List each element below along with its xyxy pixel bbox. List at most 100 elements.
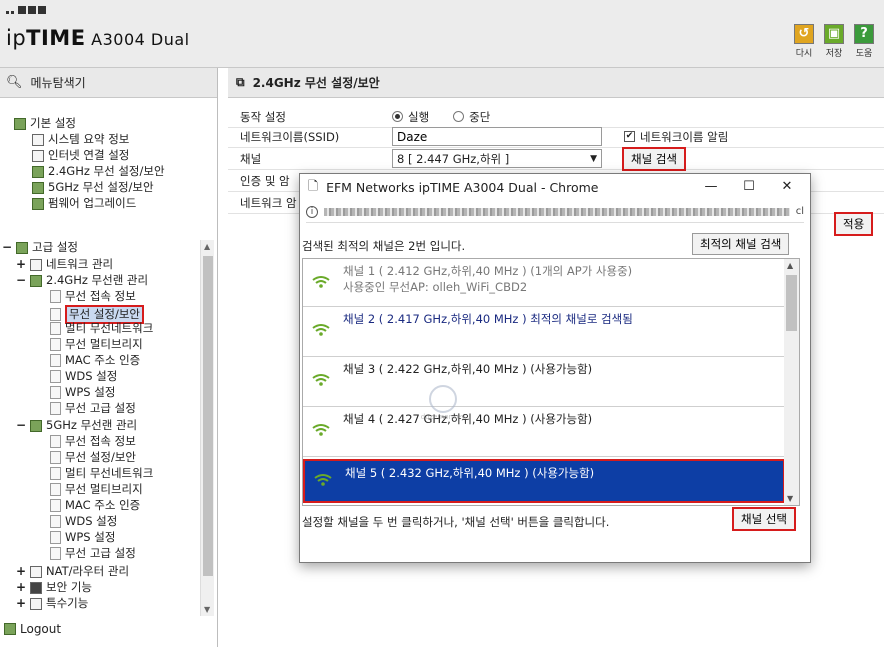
radio-off[interactable]: 중단 [453, 109, 490, 125]
channel-search-button[interactable]: 채널 검색 [622, 146, 686, 171]
channel-item[interactable]: 채널 3 ( 2.422 GHz,하위,40 MHz ) (사용가능함) [303, 357, 785, 407]
expand-icon[interactable]: + [16, 257, 26, 272]
logout-link[interactable]: Logout [4, 622, 61, 636]
tree-advanced-settings[interactable]: − 고급 설정 [2, 240, 78, 255]
tree-wlan24-item[interactable]: 무선 멀티브리지 [50, 337, 143, 352]
tree-label: WDS 설정 [65, 514, 118, 528]
tree-wlan24-item[interactable]: 무선 고급 설정 [50, 401, 136, 416]
ssid-notify-checkbox[interactable]: ✔ 네트워크이름 알림 [624, 129, 728, 145]
tree-nat-mgmt[interactable]: + NAT/라우터 관리 [16, 564, 129, 579]
tree-item-internet[interactable]: 인터넷 연결 설정 [32, 148, 129, 163]
tree-label: 무선 접속 정보 [65, 434, 136, 448]
tree-wlan5-item[interactable]: MAC 주소 인증 [50, 498, 140, 513]
scroll-down-icon[interactable]: ▼ [204, 605, 210, 614]
tree-network-mgmt[interactable]: + 네트워크 관리 [16, 257, 113, 272]
chart-icon [32, 133, 44, 146]
popup-title: EFM Networks ipTIME A3004 Dual - Chrome [326, 180, 599, 195]
apply-button[interactable]: 적용 [834, 212, 874, 236]
tree-label: 무선 접속 정보 [65, 289, 136, 303]
collapse-icon[interactable]: − [2, 240, 12, 255]
channel-select-button[interactable]: 채널 선택 [732, 507, 796, 531]
save-button[interactable]: ▣ 저장 [822, 24, 846, 59]
save-icon: ▣ [824, 24, 844, 44]
scroll-up-icon[interactable]: ▲ [787, 261, 793, 270]
undo-button[interactable]: ↺ 다시 [792, 24, 816, 59]
tree-wlan5-item[interactable]: 무선 멀티브리지 [50, 482, 143, 497]
page-title-bar: ⧉ 2.4GHz 무선 설정/보안 [228, 68, 884, 98]
wifi-icon [312, 324, 330, 336]
channel-select[interactable]: 8 [ 2.447 GHz,하위 ] ▼ [392, 149, 602, 168]
menu-scrollbar[interactable]: ▲ ▼ [200, 240, 214, 616]
tree-wlan5-mgmt[interactable]: − 5GHz 무선랜 관리 [16, 418, 137, 433]
tree-special[interactable]: + 특수기능 [16, 596, 88, 611]
page-icon [50, 451, 61, 464]
tree-label: 5GHz 무선 설정/보안 [48, 180, 154, 194]
tree-wlan5-item[interactable]: WPS 설정 [50, 530, 115, 545]
scroll-down-icon[interactable]: ▼ [787, 494, 793, 503]
brand-dots-icon [6, 6, 46, 14]
tree-label: MAC 주소 인증 [65, 353, 141, 367]
scroll-up-icon[interactable]: ▲ [204, 242, 210, 251]
channel-item-selected[interactable]: 채널 5 ( 2.432 GHz,하위,40 MHz ) (사용가능함) [303, 459, 785, 503]
expand-icon[interactable]: + [16, 596, 26, 611]
expand-icon[interactable]: + [16, 580, 26, 595]
close-icon[interactable]: ✕ [768, 176, 806, 198]
tree-wlan24-item[interactable]: WPS 설정 [50, 385, 115, 400]
header-buttons: ↺ 다시 ▣ 저장 ? 도움 [792, 24, 876, 59]
tree-item-system-summary[interactable]: 시스템 요약 정보 [32, 132, 129, 147]
collapse-icon[interactable]: − [16, 418, 26, 433]
brand-ip: ip [6, 26, 27, 50]
menu-explorer-title: 🔍︎ 메뉴탐색기 [0, 68, 217, 98]
page-icon [50, 308, 61, 321]
tree-wlan5-item[interactable]: WDS 설정 [50, 514, 117, 529]
tree-wlan24-mgmt[interactable]: − 2.4GHz 무선랜 관리 [16, 273, 148, 288]
watermark-logo: dozemonkey [420, 385, 466, 421]
tree-item-5ghz[interactable]: 5GHz 무선 설정/보안 [32, 180, 154, 195]
tree-label: 2.4GHz 무선랜 관리 [46, 273, 149, 287]
tree-item-24ghz[interactable]: 2.4GHz 무선 설정/보안 [32, 164, 165, 179]
tree-label: 무선 멀티브리지 [65, 337, 143, 351]
ssid-notify-label: 네트워크이름 알림 [640, 129, 729, 144]
channel-item[interactable]: 채널 4 ( 2.427 GHz,하위,40 MHz ) (사용가능함) [303, 407, 785, 457]
collapse-icon[interactable]: − [16, 273, 26, 288]
search-summary: 검색된 최적의 채널은 2번 입니다. [302, 239, 466, 253]
window-icon: ⧉ [236, 75, 245, 89]
channel-list-scrollbar[interactable]: ▲ ▼ [784, 259, 799, 505]
info-icon[interactable]: i [306, 205, 318, 218]
help-button[interactable]: ? 도움 [852, 24, 876, 59]
page-icon [50, 402, 61, 415]
logout-icon [4, 623, 16, 635]
tree-wlan24-item[interactable]: 멀티 무선네트워크 [50, 321, 153, 336]
expand-icon[interactable]: + [16, 564, 26, 579]
tree-wlan5-item[interactable]: 멀티 무선네트워크 [50, 466, 153, 481]
tree-label: 기본 설정 [30, 116, 76, 130]
ssid-label: 네트워크이름(SSID) [240, 129, 340, 144]
page-icon [50, 547, 61, 560]
tree-item-firmware[interactable]: 펌웨어 업그레이드 [32, 196, 136, 211]
popup-hint: 설정할 채널을 두 번 클릭하거나, '채널 선택' 버튼을 클릭합니다. [302, 515, 610, 529]
tree-security[interactable]: + 보안 기능 [16, 580, 92, 595]
row-channel: 채널 8 [ 2.447 GHz,하위 ] ▼ 채널 검색 [228, 146, 884, 171]
channel-name: 채널 1 ( 2.412 GHz,하위,40 MHz ) (1개의 AP가 사용… [343, 264, 633, 278]
tree-wlan5-item[interactable]: 무선 접속 정보 [50, 434, 136, 449]
maximize-icon[interactable]: ☐ [730, 176, 768, 198]
popup-titlebar: 🗋 EFM Networks ipTIME A3004 Dual - Chrom… [300, 174, 810, 201]
ssid-input[interactable] [392, 127, 602, 146]
tree-wlan24-item[interactable]: MAC 주소 인증 [50, 353, 140, 368]
scroll-thumb[interactable] [203, 256, 213, 576]
minimize-icon[interactable]: — [692, 176, 730, 198]
scroll-thumb[interactable] [786, 275, 797, 331]
channel-item[interactable]: 채널 2 ( 2.417 GHz,하위,40 MHz ) 최적의 채널로 검색됨 [303, 307, 785, 357]
radio-on[interactable]: 실행 [392, 109, 429, 125]
popup-url-bar[interactable]: i cl [306, 201, 804, 223]
channel-item[interactable]: 채널 1 ( 2.412 GHz,하위,40 MHz ) (1개의 AP가 사용… [303, 259, 785, 307]
tree-wlan5-item[interactable]: 무선 설정/보안 [50, 450, 136, 465]
tree-basic-settings[interactable]: 기본 설정 [14, 116, 76, 131]
tree-label: 멀티 무선네트워크 [65, 321, 154, 335]
tree-wlan5-item[interactable]: 무선 고급 설정 [50, 546, 136, 561]
best-channel-search-button[interactable]: 최적의 채널 검색 [692, 233, 790, 255]
page-icon [50, 531, 61, 544]
tree-wlan24-item[interactable]: 무선 접속 정보 [50, 289, 136, 304]
tree-wlan24-item[interactable]: WDS 설정 [50, 369, 117, 384]
watermark-circle-icon [429, 385, 457, 413]
